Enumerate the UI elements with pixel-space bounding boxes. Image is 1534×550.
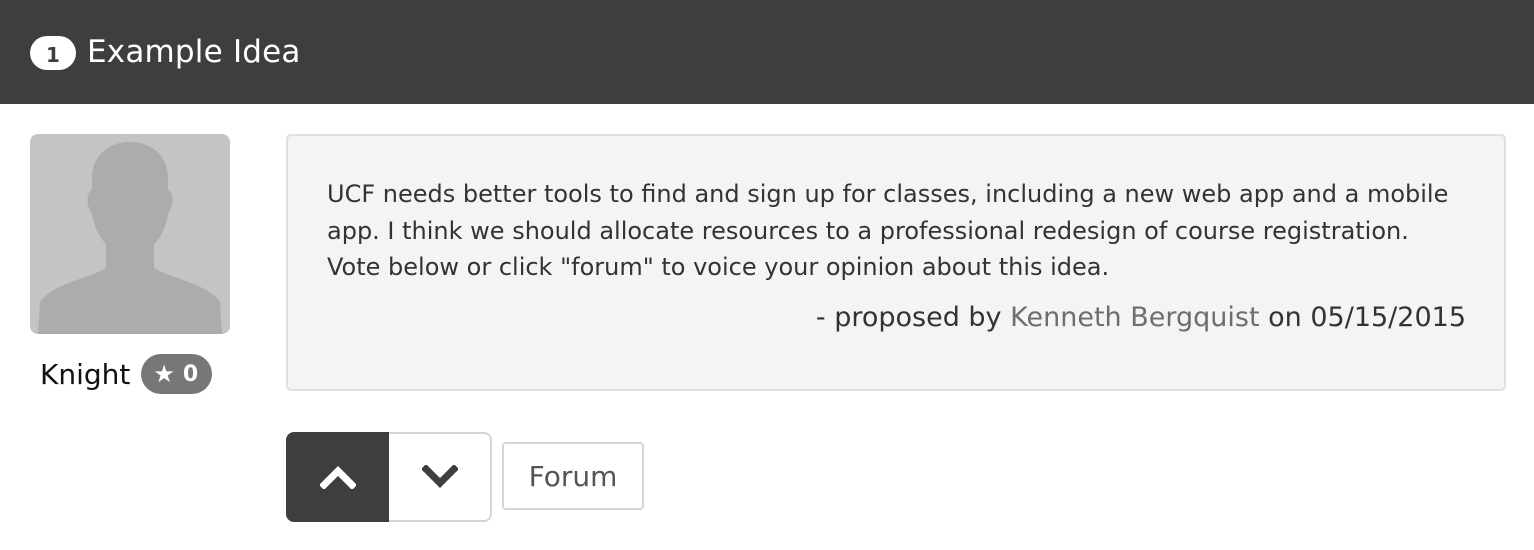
idea-description-box: UCF needs better tools to find and sign … bbox=[286, 134, 1506, 391]
date-prefix: on bbox=[1268, 301, 1302, 333]
forum-button[interactable]: Forum bbox=[502, 442, 644, 510]
karma-count: 0 bbox=[182, 361, 199, 387]
default-user-silhouette-icon bbox=[38, 142, 222, 334]
proposed-date: 05/15/2015 bbox=[1310, 301, 1466, 333]
proposed-by-label: - proposed by bbox=[815, 301, 1002, 333]
chevron-up-icon bbox=[319, 466, 356, 489]
idea-header: 1 Example Idea bbox=[0, 0, 1534, 104]
chevron-down-icon bbox=[421, 465, 458, 488]
upvote-button[interactable] bbox=[286, 432, 389, 522]
vote-button-group bbox=[286, 432, 492, 522]
downvote-button[interactable] bbox=[389, 432, 492, 522]
user-info: Knight ★ 0 bbox=[40, 354, 213, 394]
idea-number-badge: 1 bbox=[30, 36, 76, 70]
idea-title: Example Idea bbox=[87, 34, 301, 70]
author-link[interactable]: Kenneth Bergquist bbox=[1010, 302, 1259, 333]
avatar bbox=[30, 134, 230, 334]
proposed-by-line: - proposed by Kenneth Bergquist on 05/15… bbox=[327, 302, 1466, 333]
idea-description: UCF needs better tools to find and sign … bbox=[327, 180, 1449, 281]
star-icon: ★ bbox=[153, 360, 175, 388]
username[interactable]: Knight bbox=[40, 358, 130, 391]
karma-badge: ★ 0 bbox=[141, 354, 213, 394]
